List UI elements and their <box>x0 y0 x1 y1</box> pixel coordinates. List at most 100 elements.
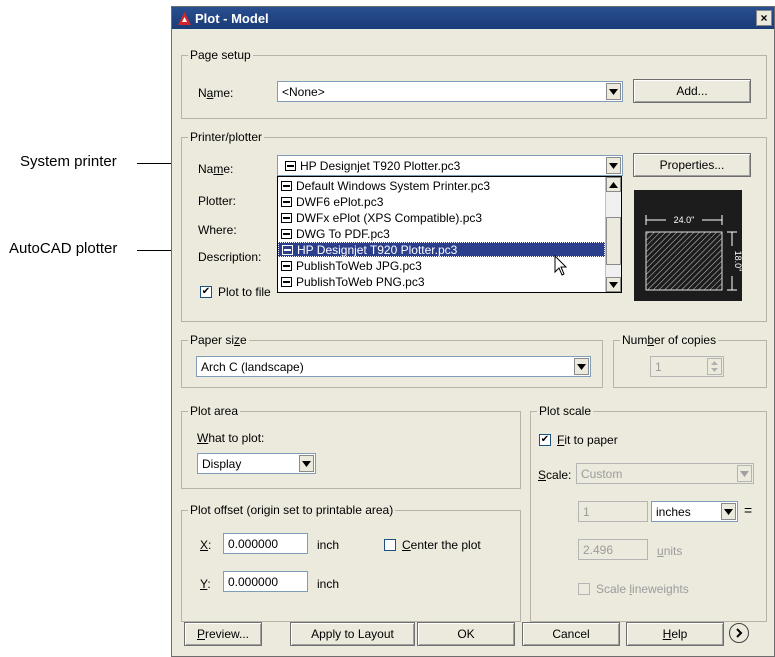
page-setup-title: Page setup <box>188 48 253 62</box>
printer-option-label: PublishToWeb PNG.pc3 <box>296 274 425 289</box>
fit-to-paper-checkbox[interactable]: ✔ <box>539 434 551 446</box>
scale-value: Custom <box>581 466 623 481</box>
printer-option[interactable]: DWFx ePlot (XPS Compatible).pc3 <box>278 210 605 225</box>
plotter-icon <box>285 160 296 171</box>
what-to-plot-value: Display <box>202 456 242 471</box>
plot-to-file-checkbox[interactable]: ✔ <box>200 286 212 298</box>
plot-scale-title: Plot scale <box>537 404 594 418</box>
center-plot-label: Center the plot <box>402 538 481 552</box>
paper-size-title: Paper size <box>188 333 249 347</box>
copies-title: Number of copies <box>620 333 719 347</box>
scale-units-label: units <box>657 544 683 558</box>
chevron-down-icon[interactable] <box>606 157 621 174</box>
printer-option-label: DWFx ePlot (XPS Compatible).pc3 <box>296 210 483 225</box>
paper-preview-graphic: 24.0" 18.0" <box>645 214 743 291</box>
plotter-icon <box>281 260 292 271</box>
cancel-button[interactable]: Cancel <box>522 622 620 646</box>
offset-x-input[interactable]: 0.000000 <box>223 533 308 554</box>
ok-button[interactable]: OK <box>417 622 515 646</box>
plot-area-group: Plot area <box>181 404 521 489</box>
printer-name-value: HP Designjet T920 Plotter.pc3 <box>300 158 461 173</box>
scale-lineweights-checkbox[interactable] <box>578 583 590 595</box>
printer-option-label: Default Windows System Printer.pc3 <box>296 178 491 193</box>
page-setup-name-select[interactable]: <None> <box>277 81 623 102</box>
where-label: Where: <box>198 223 237 237</box>
plotter-icon <box>281 276 292 287</box>
preview-height-label: 18.0" <box>733 251 742 272</box>
printer-name-label: Name: <box>198 162 234 176</box>
expand-options-button[interactable] <box>729 623 749 643</box>
page-setup-name-value: <None> <box>282 84 325 99</box>
plot-offset-group: Plot offset (origin set to printable are… <box>181 503 521 622</box>
what-to-plot-select[interactable]: Display <box>197 453 316 474</box>
printer-plotter-title: Printer/plotter <box>188 130 265 144</box>
center-plot-checkbox[interactable] <box>384 539 396 551</box>
mouse-cursor-icon <box>554 255 568 276</box>
printer-dropdown-list[interactable]: Default Windows System Printer.pc3 DWF6 e… <box>277 176 622 293</box>
scale-unit-value: inches <box>656 504 691 519</box>
chevron-down-icon[interactable] <box>299 455 314 472</box>
scroll-thumb[interactable] <box>606 217 621 265</box>
dropdown-scrollbar[interactable] <box>605 177 621 292</box>
plot-area-title: Plot area <box>188 404 241 418</box>
properties-button[interactable]: Properties... <box>633 153 751 177</box>
printer-option-label: HP Designjet T920 Plotter.pc3 <box>297 242 458 257</box>
scroll-down-button[interactable] <box>606 277 621 292</box>
plot-to-file-label: Plot to file <box>218 285 271 299</box>
offset-y-label: Y: <box>200 577 211 591</box>
paper-size-select[interactable]: Arch C (landscape) <box>196 356 591 377</box>
close-button[interactable]: × <box>756 10 772 26</box>
copies-spinner[interactable] <box>707 358 722 375</box>
what-to-plot-label: What to plot: <box>197 431 265 445</box>
plotter-icon <box>281 180 292 191</box>
offset-x-unit: inch <box>317 538 340 552</box>
offset-x-label: X: <box>200 538 212 552</box>
preview-button[interactable]: Preview... <box>184 622 262 646</box>
printer-option-label: DWG To PDF.pc3 <box>296 226 390 241</box>
plotter-icon <box>282 244 293 255</box>
scale-select[interactable]: Custom <box>576 463 754 484</box>
printer-option[interactable]: DWF6 ePlot.pc3 <box>278 194 605 209</box>
plotter-label: Plotter: <box>198 194 237 208</box>
callout-system-printer: System printer <box>20 153 117 170</box>
add-button[interactable]: Add... <box>633 79 751 103</box>
apply-to-layout-button[interactable]: Apply to Layout <box>290 622 415 646</box>
chevron-down-icon[interactable] <box>574 358 589 375</box>
autocad-logo-icon <box>177 11 191 25</box>
scroll-up-button[interactable] <box>606 177 621 192</box>
plot-offset-title: Plot offset (origin set to printable are… <box>188 503 396 517</box>
title-bar[interactable]: Plot - Model × <box>172 7 774 29</box>
preview-width-label: 24.0" <box>674 215 695 225</box>
copies-input[interactable]: 1 <box>650 356 724 377</box>
plot-dialog: Plot - Model × Page setup Name: <None> A… <box>171 6 775 657</box>
printer-option-label: PublishToWeb JPG.pc3 <box>296 258 422 273</box>
description-label: Description: <box>198 250 262 264</box>
page-setup-name-label: Name: <box>198 86 234 100</box>
copies-value: 1 <box>655 359 662 374</box>
plotter-icon <box>281 228 292 239</box>
printer-option[interactable]: DWG To PDF.pc3 <box>278 226 605 241</box>
scale-lineweights-label: Scale lineweights <box>596 582 689 596</box>
fit-to-paper-label: Fit to paper <box>557 433 618 447</box>
scale-equals: = <box>744 502 753 518</box>
paper-preview: 24.0" 18.0" <box>634 190 743 301</box>
paper-size-value: Arch C (landscape) <box>201 359 304 374</box>
callout-autocad-plotter: AutoCAD plotter <box>9 240 118 257</box>
scale-numerator-input[interactable]: 1 <box>578 501 648 522</box>
plotter-icon <box>281 196 292 207</box>
chevron-right-icon <box>736 628 743 638</box>
offset-y-input[interactable]: 0.000000 <box>223 571 308 592</box>
printer-option[interactable]: Default Windows System Printer.pc3 <box>278 178 605 193</box>
scale-label: Scale: <box>538 468 572 482</box>
window-title: Plot - Model <box>195 10 269 26</box>
offset-y-unit: inch <box>317 577 340 591</box>
printer-option-label: DWF6 ePlot.pc3 <box>296 194 384 209</box>
chevron-down-icon[interactable] <box>606 83 621 100</box>
scale-unit-select[interactable]: inches <box>651 501 738 522</box>
help-button[interactable]: Help <box>626 622 724 646</box>
chevron-down-icon[interactable] <box>721 503 736 520</box>
printer-name-select[interactable]: HP Designjet T920 Plotter.pc3 <box>277 155 623 176</box>
plotter-icon <box>281 212 292 223</box>
scale-denominator-input[interactable]: 2.496 <box>578 539 648 560</box>
chevron-down-icon[interactable] <box>737 465 752 482</box>
